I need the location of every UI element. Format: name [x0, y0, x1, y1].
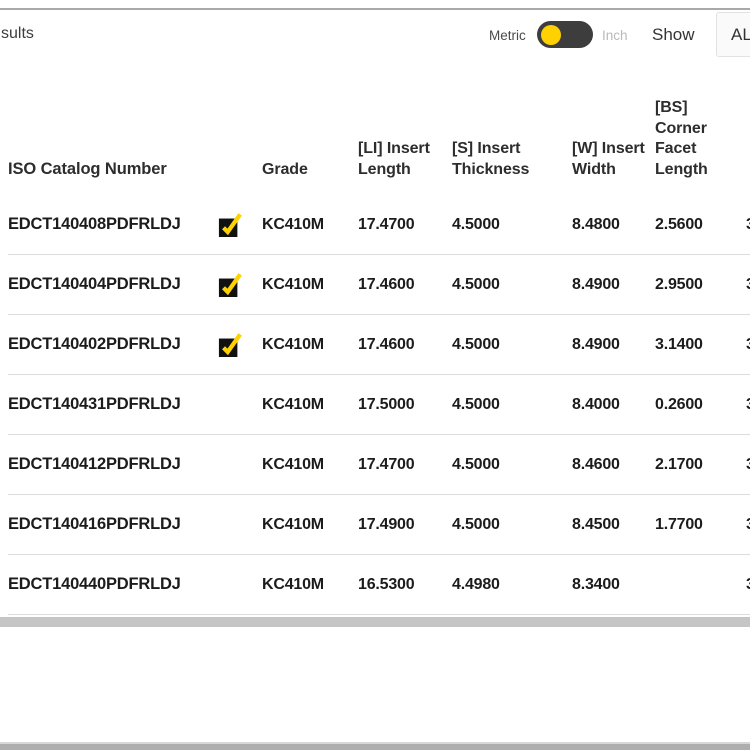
cell-bs: 2.1700: [655, 435, 746, 494]
cell-w: 8.4900: [572, 315, 655, 374]
cell-li: 17.4700: [358, 195, 452, 254]
cell-grade: KC410M: [262, 375, 358, 434]
check-badge-icon: [218, 212, 242, 238]
cell-badge: [218, 555, 262, 614]
cell-s: 4.4980: [452, 555, 572, 614]
cell-next: 3: [746, 255, 750, 314]
cell-next: 3: [746, 195, 750, 254]
results-table-panel: sults Metric Inch Show ALL ISO Catalog N…: [0, 0, 750, 750]
page-size-dropdown[interactable]: ALL: [716, 12, 750, 57]
cell-grade: KC410M: [262, 255, 358, 314]
cell-bs: 3.1400: [655, 315, 746, 374]
cell-iso: EDCT140440PDFRLDJ: [8, 555, 218, 614]
cell-li: 17.4600: [358, 315, 452, 374]
cell-iso: EDCT140416PDFRLDJ: [8, 495, 218, 554]
check-badge-icon: [218, 272, 242, 298]
table-header-row: ISO Catalog Number Grade[LI] Insert Lengt…: [8, 62, 750, 195]
cell-iso: EDCT140408PDFRLDJ: [8, 195, 218, 254]
top-divider: [0, 8, 750, 10]
cell-iso: EDCT140412PDFRLDJ: [8, 435, 218, 494]
column-header-li: [LI] Insert Length: [358, 62, 452, 195]
cell-grade: KC410M: [262, 555, 358, 614]
cell-bs: 1.7700: [655, 495, 746, 554]
cell-grade: KC410M: [262, 435, 358, 494]
cell-bs: [655, 555, 746, 614]
cell-badge: [218, 375, 262, 434]
cell-next: 3: [746, 555, 750, 614]
table-body: EDCT140408PDFRLDJ KC410M17.47004.50008.4…: [8, 195, 750, 615]
table-row: EDCT140404PDFRLDJ KC410M17.46004.50008.4…: [8, 255, 750, 315]
cell-badge: [218, 495, 262, 554]
cell-s: 4.5000: [452, 255, 572, 314]
cell-w: 8.4900: [572, 255, 655, 314]
cell-iso: EDCT140431PDFRLDJ: [8, 375, 218, 434]
check-badge-icon: [218, 332, 242, 358]
results-count-label: sults: [1, 25, 34, 43]
table-row: EDCT140412PDFRLDJ KC410M17.47004.50008.46…: [8, 435, 750, 495]
cell-li: 17.4600: [358, 255, 452, 314]
cell-next: 3: [746, 315, 750, 374]
cell-w: 8.4800: [572, 195, 655, 254]
cell-li: 17.5000: [358, 375, 452, 434]
cell-w: 8.4000: [572, 375, 655, 434]
table-row: EDCT140440PDFRLDJ KC410M16.53004.49808.34…: [8, 555, 750, 615]
cell-w: 8.4600: [572, 435, 655, 494]
cell-iso: EDCT140404PDFRLDJ: [8, 255, 218, 314]
cell-li: 16.5300: [358, 555, 452, 614]
cell-next: 3: [746, 375, 750, 434]
cell-iso: EDCT140402PDFRLDJ: [8, 315, 218, 374]
column-header-w: [W] Insert Width: [572, 62, 655, 195]
cell-s: 4.5000: [452, 495, 572, 554]
page-size-value: ALL: [731, 25, 750, 45]
column-header-badge: [218, 62, 262, 195]
show-label: Show: [652, 25, 695, 45]
cell-s: 4.5000: [452, 315, 572, 374]
cell-grade: KC410M: [262, 495, 358, 554]
cell-next: 3: [746, 495, 750, 554]
results-table: ISO Catalog Number Grade[LI] Insert Lengt…: [8, 62, 750, 615]
cell-next: 3: [746, 435, 750, 494]
cell-s: 4.5000: [452, 435, 572, 494]
unit-toggle-switch[interactable]: [537, 21, 593, 48]
horizontal-scrollbar-thumb[interactable]: [0, 617, 750, 627]
cell-li: 17.4900: [358, 495, 452, 554]
cell-bs: 2.5600: [655, 195, 746, 254]
cell-grade: KC410M: [262, 315, 358, 374]
cell-grade: KC410M: [262, 195, 358, 254]
cell-bs: 2.9500: [655, 255, 746, 314]
table-row: EDCT140416PDFRLDJ KC410M17.49004.50008.45…: [8, 495, 750, 555]
cell-badge: [218, 195, 262, 254]
table-row: EDCT140431PDFRLDJ KC410M17.50004.50008.40…: [8, 375, 750, 435]
cell-badge: [218, 255, 262, 314]
cell-li: 17.4700: [358, 435, 452, 494]
cell-badge: [218, 315, 262, 374]
cell-bs: 0.2600: [655, 375, 746, 434]
inch-unit-label[interactable]: Inch: [602, 28, 628, 43]
metric-unit-label[interactable]: Metric: [489, 28, 526, 43]
toggle-knob-icon: [541, 25, 561, 45]
column-header-next: [746, 62, 750, 195]
cell-s: 4.5000: [452, 195, 572, 254]
cell-w: 8.3400: [572, 555, 655, 614]
cell-s: 4.5000: [452, 375, 572, 434]
column-header-bs: [BS] Corner Facet Length: [655, 62, 746, 195]
cell-badge: [218, 435, 262, 494]
table-row: EDCT140408PDFRLDJ KC410M17.47004.50008.4…: [8, 195, 750, 255]
table-row: EDCT140402PDFRLDJ KC410M17.46004.50008.4…: [8, 315, 750, 375]
column-header-grade: Grade: [262, 62, 358, 195]
cell-w: 8.4500: [572, 495, 655, 554]
column-header-s: [S] Insert Thickness: [452, 62, 572, 195]
bottom-border-bar: [0, 742, 750, 750]
horizontal-scrollbar-track: [0, 617, 750, 627]
column-header-iso: ISO Catalog Number: [8, 62, 218, 195]
